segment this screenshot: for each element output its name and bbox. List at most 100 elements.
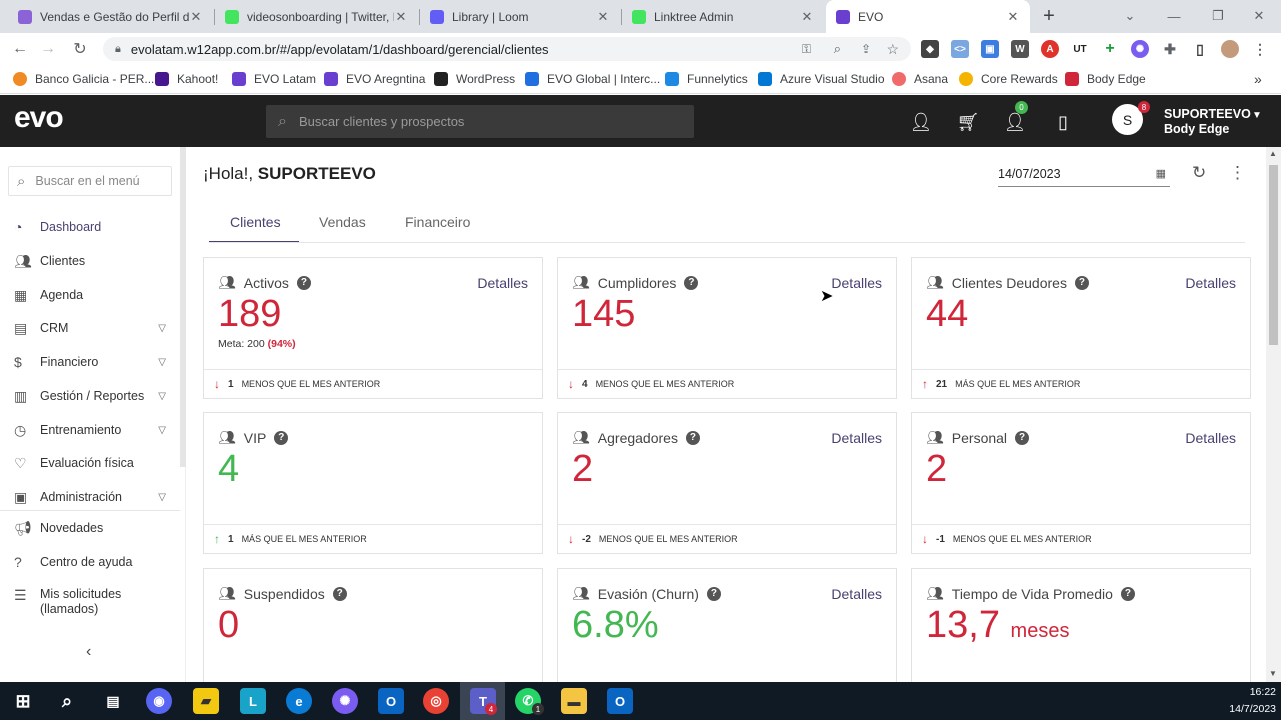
sidebar-item-clientes[interactable]: 👥︎ Clientes (0, 246, 180, 276)
close-icon[interactable]: ✕ (800, 9, 814, 25)
date-picker[interactable]: 14/07/2023 ▦ (998, 161, 1170, 187)
details-link[interactable]: Detalles (831, 586, 882, 602)
browser-tab[interactable]: Linktree Admin ✕ (622, 0, 824, 33)
minimize-icon[interactable]: — (1152, 0, 1196, 32)
loom-icon[interactable]: ✺ (332, 688, 358, 714)
sidebar-item-centro-de-ayuda[interactable]: ? Centro de ayuda (0, 547, 180, 577)
close-icon[interactable]: ✕ (596, 9, 610, 25)
windows-start-icon[interactable]: ⊞ (10, 688, 36, 714)
browser-menu-icon[interactable]: ⋮ (1251, 40, 1269, 58)
bookmark-item[interactable]: EVO Latam (232, 65, 316, 93)
user-company[interactable]: Body Edge (1164, 122, 1229, 136)
help-circle-icon[interactable]: ? (332, 586, 347, 601)
bookmark-item[interactable]: EVO Global | Interc... (525, 65, 660, 93)
sidebar-item-novedades[interactable]: 📢︎ Novedades (0, 513, 180, 543)
help-circle-icon[interactable]: ? (274, 430, 289, 445)
extension-icon[interactable]: ▣ (981, 40, 999, 58)
bookmark-item[interactable]: Kahoot! (155, 65, 218, 93)
browser-tab[interactable]: Vendas e Gestão do Perfil de ✕ (8, 0, 213, 33)
address-bar[interactable]: 🔒︎ evolatam.w12app.com.br/#/app/evolatam… (103, 37, 911, 61)
tab-search-chevron-icon[interactable]: ⌄ (1108, 0, 1152, 32)
bookmarks-overflow-icon[interactable]: » (1254, 65, 1262, 93)
evo-logo[interactable]: evo (14, 101, 64, 135)
zoom-icon[interactable]: ⌕ (834, 41, 841, 57)
details-link[interactable]: Detalles (831, 430, 882, 446)
bookmark-item[interactable]: WordPress (434, 65, 515, 93)
add-user-icon[interactable]: 👤︎ (908, 110, 934, 134)
close-icon[interactable]: ✕ (189, 9, 203, 25)
help-circle-icon[interactable]: ? (1015, 430, 1030, 445)
calendar-icon[interactable]: ▦ (1156, 167, 1166, 180)
extension-plus-icon[interactable]: + (1101, 40, 1119, 58)
outlook-icon[interactable]: O (378, 688, 404, 714)
clock-date[interactable]: 14/7/2023 (1220, 703, 1276, 715)
sidebar-item-financiero[interactable]: $ Financiero ▽ (0, 347, 180, 377)
browser-tab[interactable]: Library | Loom ✕ (420, 0, 620, 33)
extension-ut-icon[interactable]: UT (1071, 40, 1089, 58)
sidebar-item-mis-solicitudes[interactable]: ☰ Mis solicitudes (llamados) (0, 587, 180, 619)
extensions-puzzle-icon[interactable]: ✚ (1161, 40, 1179, 58)
help-circle-icon[interactable]: ? (1074, 275, 1089, 290)
help-circle-icon[interactable]: ? (684, 275, 699, 290)
bookmark-item[interactable]: Asana (892, 65, 948, 93)
bookmark-item[interactable]: Banco Galicia - PER... (13, 65, 154, 93)
client-status-icon[interactable]: 👤︎ (1002, 110, 1028, 134)
discord-icon[interactable]: ◉ (146, 688, 172, 714)
sidebar-scrollbar[interactable] (180, 147, 186, 467)
tab-clientes[interactable]: Clientes (230, 214, 281, 230)
side-panel-icon[interactable]: ▯ (1191, 40, 1209, 58)
more-vert-icon[interactable]: ⋮ (1229, 163, 1246, 183)
scroll-up-icon[interactable]: ▲ (1269, 149, 1277, 158)
details-link[interactable]: Detalles (1185, 275, 1236, 291)
adblock-icon[interactable]: A (1041, 40, 1059, 58)
app-l-icon[interactable]: L (240, 688, 266, 714)
browser-tab-active[interactable]: EVO ✕ (826, 0, 1030, 33)
task-view-icon[interactable]: ▤ (100, 688, 126, 714)
user-menu-caret-icon[interactable]: ▼ (1252, 110, 1262, 121)
client-search-input[interactable]: ⌕ Buscar clientes y prospectos (266, 105, 694, 138)
outlook-icon[interactable]: O (607, 688, 633, 714)
extension-loom-icon[interactable]: ✺ (1131, 40, 1149, 58)
edge-icon[interactable]: e (286, 688, 312, 714)
sidebar-item-gestion-reportes[interactable]: ▥ Gestión / Reportes ▽ (0, 381, 180, 411)
device-icon[interactable]: ▯ (1050, 110, 1076, 134)
profile-avatar-icon[interactable] (1221, 40, 1239, 58)
bookmark-item[interactable]: Funnelytics (665, 65, 748, 93)
extension-wf-icon[interactable]: W (1011, 40, 1029, 58)
collapse-sidebar-icon[interactable]: ‹ (86, 643, 91, 661)
search-icon[interactable]: ⌕ (54, 688, 80, 714)
restore-icon[interactable]: ❐ (1196, 0, 1240, 32)
forward-icon[interactable]: → (34, 33, 62, 65)
page-scrollbar[interactable]: ▲ ▼ (1266, 147, 1281, 682)
extension-code-icon[interactable]: <> (951, 40, 969, 58)
extension-icon[interactable]: ◆ (921, 40, 939, 58)
bookmark-item[interactable]: Body Edge (1065, 65, 1146, 93)
bookmark-star-icon[interactable]: ☆ (886, 41, 899, 58)
close-icon[interactable]: ✕ (394, 9, 408, 25)
help-circle-icon[interactable]: ? (685, 430, 700, 445)
back-icon[interactable]: ← (6, 33, 34, 65)
file-explorer-icon[interactable]: ▬ (561, 688, 587, 714)
bookmark-item[interactable]: Core Rewards (959, 65, 1058, 93)
sidebar-item-administracion[interactable]: ▣ Administración ▽ (0, 482, 180, 512)
help-circle-icon[interactable]: ? (1120, 586, 1135, 601)
new-tab-plus-icon[interactable]: + (1034, 0, 1064, 32)
sidebar-item-crm[interactable]: ▤ CRM ▽ (0, 313, 180, 343)
clock-time[interactable]: 16:22 (1230, 686, 1276, 698)
sticky-notes-icon[interactable]: ▰ (193, 688, 219, 714)
help-circle-icon[interactable]: ? (296, 275, 311, 290)
sidebar-item-dashboard[interactable]: ◔ Dashboard (0, 212, 180, 242)
cart-icon[interactable]: 🛒︎ (955, 110, 981, 134)
bookmark-item[interactable]: EVO Aregntina (324, 65, 425, 93)
key-icon[interactable]: ⚿ (802, 42, 811, 57)
sidebar-item-agenda[interactable]: ▦ Agenda (0, 280, 180, 310)
menu-search-input[interactable]: ⌕ Buscar en el menú (8, 166, 172, 196)
tab-vendas[interactable]: Vendas (319, 214, 366, 230)
details-link[interactable]: Detalles (831, 275, 882, 291)
details-link[interactable]: Detalles (477, 275, 528, 291)
sidebar-item-entrenamiento[interactable]: ◷ Entrenamiento ▽ (0, 415, 180, 445)
details-link[interactable]: Detalles (1185, 430, 1236, 446)
share-icon[interactable]: ⇪ (861, 42, 871, 56)
browser-tab[interactable]: videosonboarding | Twitter, I ✕ (215, 0, 418, 33)
bookmark-item[interactable]: Azure Visual Studio (758, 65, 885, 93)
